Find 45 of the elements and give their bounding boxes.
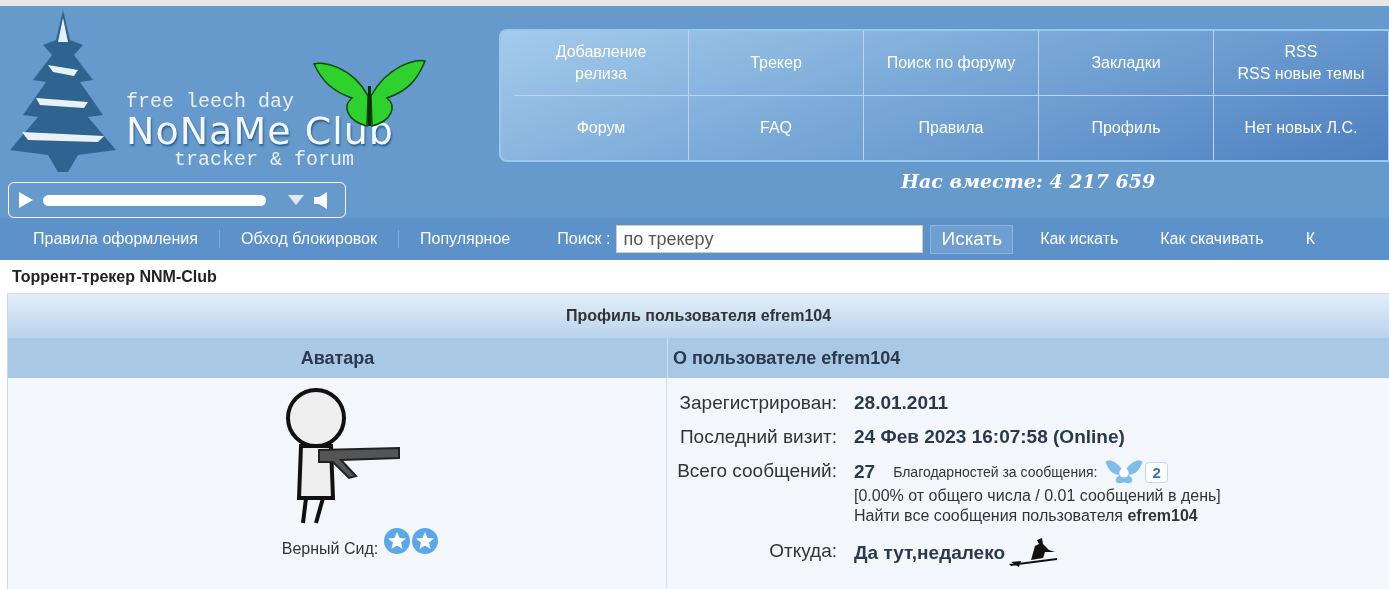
menu-link[interactable]: Правила: [864, 96, 1039, 160]
field-label: Откуда:: [768, 539, 837, 563]
field-value: 24 Фев 2023 16:07:58 (Online): [854, 425, 1125, 449]
field-label: Всего сообщений:: [676, 459, 837, 483]
rank-label: Верный Сид:: [281, 540, 379, 558]
logo-tagline: free leech day: [126, 92, 296, 112]
logo-subtitle: tracker & forum: [174, 150, 356, 170]
menu-link[interactable]: Нет новых Л.С.: [1214, 96, 1389, 160]
menu-link[interactable]: Поиск по форуму: [864, 31, 1039, 95]
online-count: Нас вместе: 4 217 659: [901, 170, 1157, 192]
nav-link[interactable]: Правила оформления: [12, 230, 220, 248]
search-label: Поиск :: [557, 230, 611, 248]
play-icon[interactable]: [19, 192, 33, 208]
field-label: Последний визит:: [678, 425, 837, 449]
search-field[interactable]: по трекеру: [616, 225, 924, 253]
nav-link[interactable]: Популярное: [399, 230, 532, 248]
nav-link[interactable]: Обход блокировок: [219, 230, 399, 248]
posts-stats: [0.00% от общего числа / 0.01 сообщений в день]: [854, 486, 1221, 506]
menu-link[interactable]: Трекер: [689, 31, 864, 95]
nav-link[interactable]: К: [1284, 230, 1336, 248]
menu-link[interactable]: Профиль: [1039, 96, 1214, 160]
speaker-icon[interactable]: [314, 191, 327, 209]
field-value: 28.01.2011: [854, 391, 949, 415]
search-posts-link[interactable]: Найти все сообщения пользователя efrem104: [854, 506, 1221, 526]
menu-link[interactable]: RSS RSS новые темы: [1214, 31, 1389, 95]
breadcrumb-link[interactable]: Торрент-трекер NNM-Club: [12, 267, 217, 286]
menu-link[interactable]: FAQ: [689, 96, 864, 160]
profile-title: Профиль пользователя efrem104: [565, 307, 832, 325]
thanks-label: Благодарностей за сообщения:: [893, 464, 1098, 480]
menu-link[interactable]: Закладки: [1039, 31, 1214, 95]
search-button[interactable]: Искать: [930, 224, 1014, 254]
seek-bar[interactable]: [43, 194, 266, 206]
menu-link[interactable]: Добавление релиза: [514, 31, 689, 95]
broom-rider-icon: [1009, 538, 1060, 568]
thanks-count: 2: [1145, 461, 1168, 483]
column-header: О пользователе efrem104: [672, 346, 902, 370]
field-label: Зарегистрирован:: [678, 391, 837, 415]
nav-link[interactable]: Как скачивать: [1139, 230, 1285, 248]
field-value: Да тут,недалеко: [854, 541, 1006, 565]
nav-link[interactable]: Как искать: [1019, 230, 1140, 248]
field-value: 27: [854, 460, 876, 484]
butterfly-icon: [1105, 458, 1144, 486]
menu-link[interactable]: Форум: [514, 96, 689, 160]
caret-icon[interactable]: [288, 195, 304, 205]
logo-name: NoNaMe Club: [126, 112, 394, 150]
